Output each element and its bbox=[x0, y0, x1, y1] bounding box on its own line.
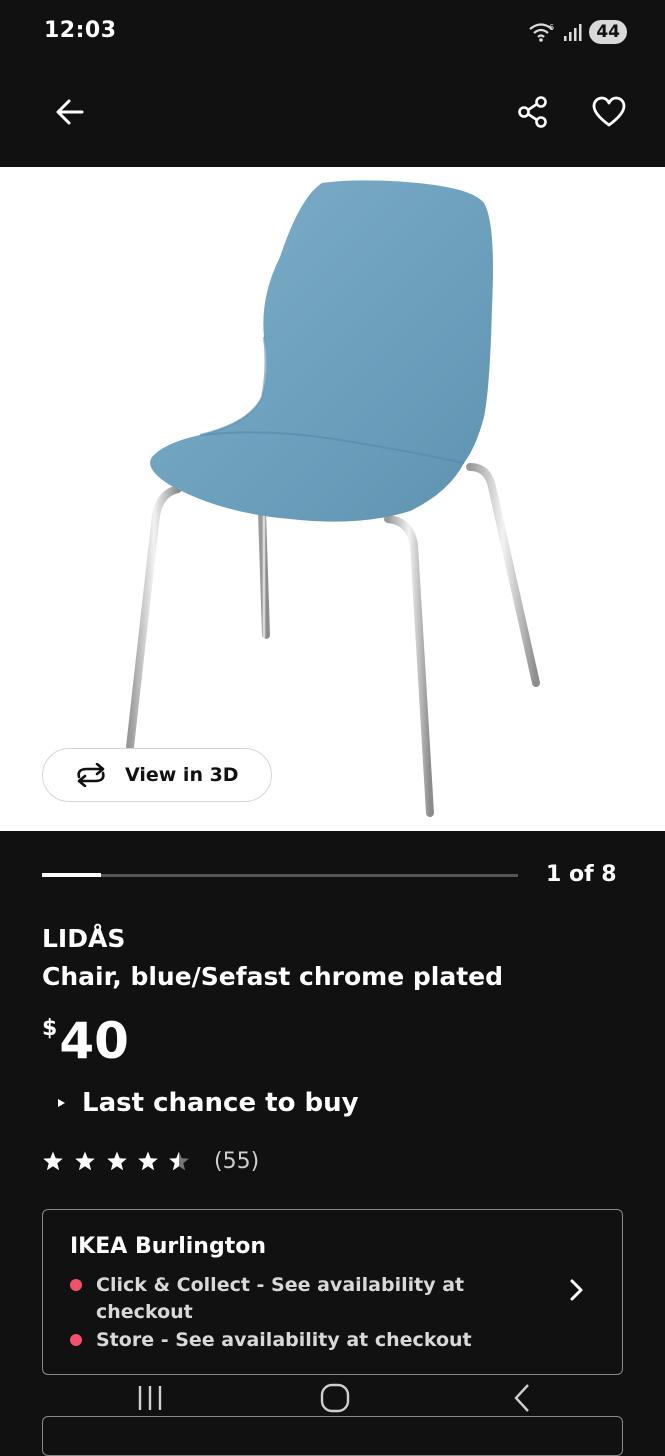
star-icon bbox=[107, 1151, 127, 1171]
status-icons: 6 44 bbox=[527, 20, 627, 44]
price-currency: $ bbox=[42, 1016, 58, 1041]
heart-icon bbox=[592, 96, 626, 127]
last-chance-notice[interactable]: Last chance to buy bbox=[56, 1088, 359, 1118]
status-dot bbox=[70, 1279, 82, 1291]
half-star-icon bbox=[169, 1151, 189, 1171]
share-button[interactable] bbox=[509, 88, 557, 136]
svg-text:6: 6 bbox=[549, 23, 554, 32]
share-icon bbox=[518, 96, 547, 128]
carousel-track bbox=[42, 874, 518, 877]
favorite-button[interactable] bbox=[585, 88, 633, 136]
rating[interactable]: (55) bbox=[42, 1148, 259, 1174]
availability-store: Store - See availability at checkout bbox=[70, 1327, 472, 1354]
last-chance-label: Last chance to buy bbox=[82, 1088, 359, 1118]
status-dot bbox=[70, 1334, 82, 1346]
availability-text: Click & Collect - See availability at ch… bbox=[96, 1274, 465, 1323]
product-description: Chair, blue/Sefast chrome plated bbox=[42, 962, 503, 991]
product-image[interactable] bbox=[0, 167, 665, 831]
carousel-indicator: 1 of 8 bbox=[546, 862, 617, 887]
star-icon bbox=[75, 1151, 95, 1171]
signal-icon bbox=[564, 24, 582, 41]
triangle-right-icon bbox=[58, 1099, 65, 1107]
rotate-3d-icon bbox=[77, 763, 105, 787]
star-icon bbox=[138, 1151, 158, 1171]
availability-text: Store - See availability at checkout bbox=[96, 1329, 472, 1351]
chair-illustration bbox=[126, 180, 540, 817]
store-availability-card[interactable]: IKEA Burlington Click & Collect - See av… bbox=[42, 1209, 623, 1375]
system-nav-bar bbox=[0, 1374, 665, 1420]
store-name: IKEA Burlington bbox=[70, 1234, 267, 1259]
carousel-progress bbox=[42, 873, 101, 877]
next-card bbox=[42, 1416, 623, 1456]
rating-count: (55) bbox=[214, 1148, 260, 1174]
back-button[interactable] bbox=[46, 88, 94, 136]
availability-click-collect: Click & Collect - See availability at ch… bbox=[70, 1272, 490, 1326]
star-rating-icons bbox=[43, 1151, 189, 1171]
view-in-3d-label: View in 3D bbox=[125, 764, 239, 786]
chevron-right-icon bbox=[570, 1279, 583, 1301]
home-icon[interactable] bbox=[320, 1383, 350, 1413]
wifi-icon: 6 bbox=[529, 23, 554, 42]
product-brand: LIDÅS bbox=[42, 924, 126, 953]
back-arrow-icon bbox=[56, 99, 84, 125]
back-icon[interactable] bbox=[510, 1383, 534, 1413]
status-time: 12:03 bbox=[44, 18, 117, 43]
battery-icon: 44 bbox=[589, 20, 627, 44]
price-value: 40 bbox=[59, 1012, 129, 1070]
recent-apps-icon[interactable] bbox=[136, 1384, 164, 1412]
view-in-3d-button[interactable]: View in 3D bbox=[42, 748, 272, 802]
product-price: $ 40 bbox=[42, 1010, 129, 1072]
star-icon bbox=[43, 1151, 63, 1171]
